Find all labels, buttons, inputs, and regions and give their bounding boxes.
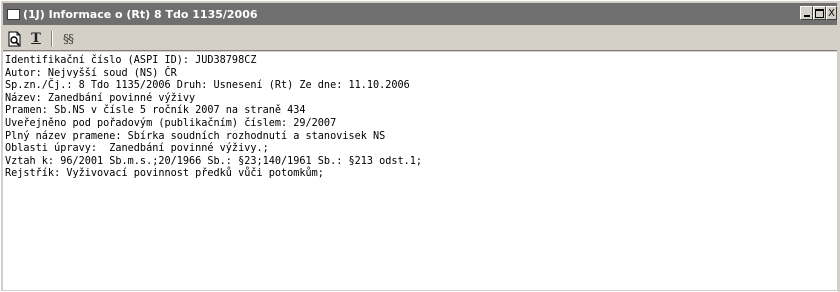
document-info-text: Identifikační číslo (ASPI ID): JUD38798C… — [3, 52, 837, 290]
info-line-source: Pramen: Sb.NS v čísle 5 ročník 2007 na s… — [5, 105, 306, 117]
minimize-icon — [803, 15, 810, 17]
info-line-case-number: Sp.zn./Čj.: 8 Tdo 1135/2006 Druh: Usnese… — [5, 80, 410, 92]
toolbar: T §§ — [3, 27, 837, 51]
info-window: (1J) Informace o (Rt) 8 Tdo 1135/2006 X … — [0, 0, 840, 292]
title-bar[interactable]: (1J) Informace o (Rt) 8 Tdo 1135/2006 X — [3, 3, 837, 25]
info-line-identifier: Identifikační číslo (ASPI ID): JUD38798C… — [5, 55, 257, 66]
minimize-button[interactable] — [800, 6, 813, 20]
sections-button[interactable]: §§ — [59, 30, 77, 48]
info-line-relation: Vztah k: 96/2001 Sb.m.s.;20/1966 Sb.: §2… — [5, 155, 423, 167]
maximize-icon — [815, 9, 824, 18]
sections-icon: §§ — [63, 31, 74, 46]
info-line-full-source: Plný název pramene: Sbírka soudních rozh… — [5, 130, 386, 142]
window-controls: X — [800, 6, 837, 20]
print-preview-icon — [8, 31, 21, 46]
info-line-areas: Oblasti úpravy: Zanedbání povinné výživy… — [5, 143, 269, 155]
toolbar-separator — [51, 30, 53, 47]
info-line-author: Autor: Nejvyšší soud (NS) ČR — [5, 67, 177, 79]
info-line-register: Rejstřík: Vyživovací povinnost předků vů… — [5, 168, 324, 180]
close-button[interactable]: X — [826, 6, 837, 20]
text-icon: T — [31, 31, 41, 46]
print-preview-button[interactable] — [6, 30, 24, 48]
info-line-name: Název: Zanedbání povinné výživy — [5, 92, 196, 104]
maximize-button[interactable] — [813, 6, 826, 20]
close-icon: X — [828, 7, 835, 19]
text-view-button[interactable]: T — [27, 30, 45, 48]
info-line-published-number: Uveřejněno pod pořadovým (publikačním) č… — [5, 117, 337, 129]
window-system-icon[interactable] — [7, 8, 20, 20]
window-title: (1J) Informace o (Rt) 8 Tdo 1135/2006 — [23, 7, 258, 21]
